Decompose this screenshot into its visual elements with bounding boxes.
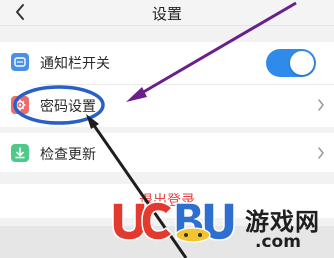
setting-row-update[interactable]: 检查更新: [0, 133, 334, 173]
chevron-right-icon: [318, 147, 324, 159]
setting-row-notification[interactable]: 通知栏开关: [0, 42, 334, 82]
update-icon: [11, 144, 29, 162]
settings-group: 检查更新: [0, 133, 334, 172]
setting-label: 检查更新: [40, 147, 96, 163]
page-title: 设置: [151, 5, 182, 23]
settings-group: 通知栏开关 密码设置: [0, 42, 334, 127]
setting-label: 密码设置: [40, 99, 96, 115]
gear-icon: [11, 96, 29, 114]
setting-row-password[interactable]: 密码设置: [0, 85, 334, 125]
chevron-right-icon: [318, 99, 324, 111]
toggle-knob: [290, 51, 314, 75]
watermark-domain: .com: [255, 232, 301, 252]
navbar: 设置: [0, 0, 334, 26]
notification-toggle[interactable]: [266, 49, 316, 77]
notification-icon: [11, 53, 29, 71]
setting-label: 通知栏开关: [40, 56, 110, 72]
